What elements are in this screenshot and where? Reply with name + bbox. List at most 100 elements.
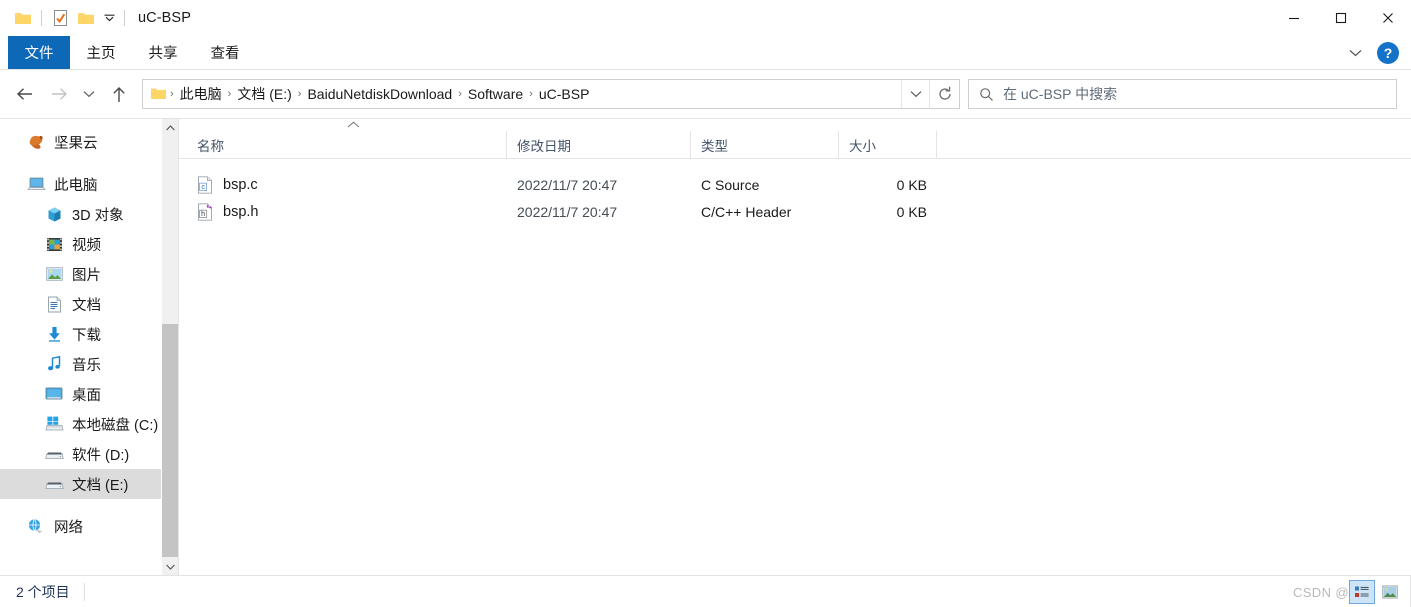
column-header-name[interactable]: 名称 <box>179 131 507 158</box>
minimize-button[interactable] <box>1270 0 1317 36</box>
file-name-cell[interactable]: h bsp.h <box>179 198 507 225</box>
item-count-label: 2 个项目 <box>16 583 70 600</box>
column-headers: 名称 修改日期 类型 大小 <box>179 131 1411 159</box>
breadcrumb: › 此电脑 › 文档 (E:) › BaiduNetdiskDownload ›… <box>143 80 901 108</box>
column-header-filler <box>937 131 1411 158</box>
sidebar-item-label: 文档 (E:) <box>72 477 129 494</box>
file-rows: c bsp.c 2022/11/7 20:47 C Source 0 KB h … <box>179 159 1411 225</box>
scroll-down-icon[interactable] <box>162 558 178 575</box>
close-button[interactable] <box>1364 0 1411 36</box>
this-pc-icon <box>26 174 46 194</box>
forward-button[interactable] <box>42 77 76 111</box>
window-title: uC-BSP <box>138 10 191 26</box>
status-divider <box>83 582 85 601</box>
qat-chevron-down-icon[interactable] <box>99 6 119 30</box>
breadcrumb-item-uc-bsp[interactable]: uC-BSP <box>534 86 595 102</box>
drive-icon <box>44 444 64 464</box>
sidebar-item-label: 音乐 <box>72 357 101 374</box>
sidebar-item-documents[interactable]: 文档 <box>0 289 178 319</box>
desktop-icon <box>44 384 64 404</box>
search-input-placeholder[interactable]: 在 uC-BSP 中搜索 <box>1003 84 1117 104</box>
scroll-up-icon[interactable] <box>162 119 178 136</box>
folder-icon[interactable] <box>10 5 36 31</box>
refresh-icon[interactable] <box>929 80 959 108</box>
window-controls <box>1270 0 1411 36</box>
system-drive-icon <box>44 414 64 434</box>
sidebar-item-software-d[interactable]: 软件 (D:) <box>0 439 178 469</box>
sidebar-item-label: 下载 <box>72 327 101 344</box>
sidebar-item-documents-e[interactable]: 文档 (E:) <box>0 469 178 499</box>
sidebar-item-3d-objects[interactable]: 3D 对象 <box>0 199 178 229</box>
ribbon-tab-bar: 文件 主页 共享 查看 ? <box>0 36 1411 70</box>
search-icon <box>969 87 1003 102</box>
tab-home[interactable]: 主页 <box>70 36 132 69</box>
up-button[interactable] <box>102 77 136 111</box>
sidebar-item-label: 此电脑 <box>54 177 98 194</box>
file-explorer-window: uC-BSP 文件 主页 共享 查看 ? › 此电脑 › 文档 (E:) › B… <box>0 0 1411 607</box>
search-box[interactable]: 在 uC-BSP 中搜索 <box>968 79 1397 109</box>
quick-access-toolbar: uC-BSP <box>0 5 191 31</box>
file-type-cell: C Source <box>701 176 760 193</box>
tab-share[interactable]: 共享 <box>132 36 194 69</box>
file-name-cell[interactable]: c bsp.c <box>179 171 507 198</box>
sort-ascending-icon <box>347 121 360 131</box>
sidebar-item-label: 本地磁盘 (C:) <box>72 417 159 434</box>
breadcrumb-item-baidunetdiskdownload[interactable]: BaiduNetdiskDownload <box>302 86 457 102</box>
breadcrumb-item-this-pc[interactable]: 此电脑 <box>175 84 227 104</box>
ribbon-tabs: 文件 主页 共享 查看 <box>0 36 256 69</box>
sidebar-item-this-pc[interactable]: 此电脑 <box>0 169 178 199</box>
sidebar-item-downloads[interactable]: 下载 <box>0 319 178 349</box>
sidebar-item-videos[interactable]: 视频 <box>0 229 178 259</box>
file-date-cell: 2022/11/7 20:47 <box>517 176 618 193</box>
column-header-date-modified[interactable]: 修改日期 <box>507 131 691 158</box>
help-button[interactable]: ? <box>1377 42 1399 64</box>
title-bar: uC-BSP <box>0 0 1411 36</box>
column-header-size[interactable]: 大小 <box>839 131 937 158</box>
recent-locations-chevron-down-icon[interactable] <box>76 77 102 111</box>
sidebar-item-desktop[interactable]: 桌面 <box>0 379 178 409</box>
pictures-icon <box>44 264 64 284</box>
3d-objects-icon <box>44 204 64 224</box>
sidebar-item-label: 坚果云 <box>54 135 98 152</box>
sidebar-item-music[interactable]: 音乐 <box>0 349 178 379</box>
status-bar: 2 个项目 CSDN @ <box>0 575 1411 607</box>
sidebar-item-nutstore[interactable]: 坚果云 <box>0 127 178 157</box>
properties-icon[interactable] <box>47 5 73 31</box>
sidebar-item-pictures[interactable]: 图片 <box>0 259 178 289</box>
sidebar-item-label: 视频 <box>72 237 101 254</box>
sidebar-scrollbar[interactable] <box>161 119 178 575</box>
breadcrumb-item-software[interactable]: Software <box>463 86 528 102</box>
sidebar-item-label: 3D 对象 <box>72 207 124 224</box>
qat-separator-1 <box>41 10 42 26</box>
breadcrumb-item-documents-e[interactable]: 文档 (E:) <box>232 84 296 104</box>
table-row[interactable]: c bsp.c 2022/11/7 20:47 C Source 0 KB <box>179 171 1411 198</box>
maximize-button[interactable] <box>1317 0 1364 36</box>
scrollbar-thumb[interactable] <box>162 324 178 557</box>
explorer-body: 坚果云 此电脑 3D 对象 视频 图片 文档 下载 音乐 桌面 本地磁盘 (C:… <box>0 118 1411 575</box>
sidebar-item-label: 桌面 <box>72 387 101 404</box>
sidebar-item-label: 网络 <box>54 519 83 536</box>
documents-icon <box>44 294 64 314</box>
column-header-type[interactable]: 类型 <box>691 131 839 158</box>
file-size-cell: 0 KB <box>896 203 927 220</box>
svg-text:h: h <box>201 211 205 218</box>
file-list-pane: 名称 修改日期 类型 大小 c bsp.c 2022/11/7 20:47 C … <box>178 119 1411 575</box>
view-mode-buttons <box>1349 576 1403 607</box>
downloads-icon <box>44 324 64 344</box>
svg-text:c: c <box>201 184 205 191</box>
sidebar-item-network[interactable]: 网络 <box>0 511 178 541</box>
qat-separator-2 <box>124 10 125 26</box>
tab-file[interactable]: 文件 <box>8 36 70 69</box>
back-button[interactable] <box>8 77 42 111</box>
address-dropdown-chevron-down-icon[interactable] <box>901 80 929 108</box>
new-folder-icon[interactable] <box>73 5 99 31</box>
address-input[interactable]: › 此电脑 › 文档 (E:) › BaiduNetdiskDownload ›… <box>142 79 960 109</box>
sidebar-item-local-disk-c[interactable]: 本地磁盘 (C:) <box>0 409 178 439</box>
expand-ribbon-chevron-down-icon[interactable] <box>1341 38 1369 68</box>
large-icons-view-button[interactable] <box>1377 580 1403 604</box>
tab-view[interactable]: 查看 <box>194 36 256 69</box>
details-view-button[interactable] <box>1349 580 1375 604</box>
table-row[interactable]: h bsp.h 2022/11/7 20:47 C/C++ Header 0 K… <box>179 198 1411 225</box>
music-icon <box>44 354 64 374</box>
